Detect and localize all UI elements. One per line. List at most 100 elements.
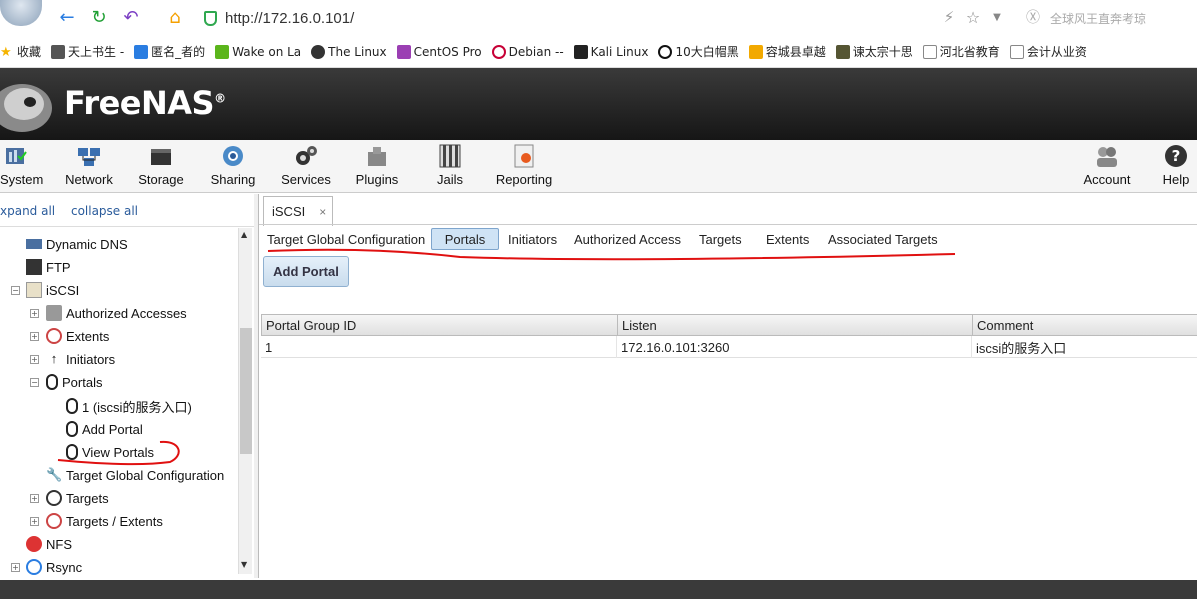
bookmark-item[interactable]: 天上书生 - xyxy=(51,43,124,60)
lock-icon xyxy=(46,305,62,321)
collapse-toggle[interactable]: − xyxy=(11,286,20,295)
toolbar-network[interactable]: Network xyxy=(60,144,118,190)
tree-node-targets-extents[interactable]: Targets / Extents xyxy=(46,510,163,532)
debian-icon xyxy=(491,44,506,59)
lightning-icon[interactable]: ⚡ xyxy=(938,6,960,28)
expand-all-link[interactable]: xpand all xyxy=(0,204,55,218)
subtab-authorized-access[interactable]: Authorized Access xyxy=(568,228,687,250)
bookmark-item[interactable]: 容城县卓越 xyxy=(748,43,826,60)
table-cell: iscsi的服务入口 xyxy=(976,340,1067,356)
tree-node-view-portals[interactable]: View Portals xyxy=(66,441,154,463)
tab-iscsi[interactable]: iSCSI × xyxy=(263,196,333,226)
back-icon[interactable]: ← xyxy=(56,6,78,28)
toolbar-storage[interactable]: Storage xyxy=(134,144,188,190)
portal-icon xyxy=(46,374,58,390)
portal-icon xyxy=(66,398,78,414)
tree-node-authorized-accesses[interactable]: Authorized Accesses xyxy=(46,302,187,324)
browser-address-bar: ← ↻ ↶ ⌂ http://172.16.0.101/ ⚡ ☆ ▼ Ⓧ 全球风… xyxy=(0,0,1197,36)
reporting-icon xyxy=(514,144,534,168)
home-icon[interactable]: ⌂ xyxy=(164,6,186,28)
expand-toggle[interactable]: + xyxy=(30,355,39,364)
toolbar-services[interactable]: Services xyxy=(278,144,334,190)
tree-node-dynamic-dns[interactable]: Dynamic DNS xyxy=(26,233,128,255)
toolbar-system[interactable]: System xyxy=(0,144,43,190)
toolbar-sharing[interactable]: Sharing xyxy=(206,144,260,190)
undo-icon[interactable]: ↶ xyxy=(120,6,142,28)
scroll-thumb[interactable] xyxy=(240,328,252,454)
chevron-down-icon[interactable]: ▼ xyxy=(986,6,1008,28)
toolbar-account[interactable]: Account xyxy=(1080,144,1134,190)
ftp-icon xyxy=(26,259,42,275)
toolbar-help[interactable]: ? Help xyxy=(1158,144,1194,190)
tree-node-portal-1[interactable]: 1 (iscsi的服务入口) xyxy=(66,395,192,417)
tree-node-ftp[interactable]: FTP xyxy=(26,256,71,278)
expand-toggle[interactable]: + xyxy=(11,563,20,572)
bookmark-item[interactable]: Kali Linux xyxy=(573,44,648,59)
jails-icon xyxy=(439,144,461,168)
close-icon[interactable]: × xyxy=(319,205,326,219)
subtab-portals[interactable]: Portals xyxy=(431,228,499,250)
column-header[interactable]: Listen xyxy=(618,315,973,336)
url-text[interactable]: http://172.16.0.101/ xyxy=(225,10,354,27)
tree-node-rsync[interactable]: Rsync xyxy=(26,556,82,576)
bookmark-item[interactable]: ★ 收藏 xyxy=(0,43,41,60)
extents-icon xyxy=(46,328,62,344)
toolbar-reporting[interactable]: Reporting xyxy=(494,144,554,190)
bookmark-icon xyxy=(134,44,149,59)
wrench-icon: 🔧 xyxy=(46,467,63,482)
expand-toggle[interactable]: + xyxy=(30,309,39,318)
column-header[interactable]: Portal Group ID xyxy=(262,315,618,336)
bookmark-item[interactable]: 会计从业资 xyxy=(1009,43,1087,60)
bookmark-item[interactable]: Debian -- xyxy=(491,44,564,59)
subtab-initiators[interactable]: Initiators xyxy=(502,228,563,250)
browser-avatar[interactable] xyxy=(0,0,42,26)
bookmark-item[interactable]: 匿名_者的 xyxy=(134,43,205,60)
scroll-up-icon[interactable]: ▲ xyxy=(241,230,247,239)
subtab-associated-targets[interactable]: Associated Targets xyxy=(822,228,944,250)
expand-toggle[interactable]: + xyxy=(30,332,39,341)
tree-node-targets[interactable]: Targets xyxy=(46,487,109,509)
bookmark-icon xyxy=(215,44,230,59)
table-cell: 1 xyxy=(261,336,617,358)
add-portal-button[interactable]: Add Portal xyxy=(263,256,349,287)
bookmark-item[interactable]: The Linux xyxy=(311,44,387,59)
tree-node-target-global-configuration[interactable]: 🔧 Target Global Configuration xyxy=(46,464,224,486)
grid-header: Portal Group ID Listen Comment xyxy=(261,314,1197,336)
table-row[interactable]: 1 172.16.0.101:3260 iscsi的服务入口 xyxy=(261,336,1197,358)
star-icon[interactable]: ☆ xyxy=(962,6,984,28)
subtab-targets[interactable]: Targets xyxy=(693,228,748,250)
url-field[interactable]: http://172.16.0.101/ xyxy=(196,5,1012,31)
bookmark-item[interactable]: Wake on La xyxy=(215,44,301,59)
tree-node-portals[interactable]: Portals xyxy=(46,371,102,393)
bookmark-item[interactable]: 10大白帽黑 xyxy=(658,43,739,60)
svg-text:?: ? xyxy=(1172,147,1181,165)
freenas-mascot-icon xyxy=(0,84,52,132)
page-icon xyxy=(922,44,937,59)
tree-node-add-portal[interactable]: Add Portal xyxy=(66,418,143,440)
tree-scrollbar[interactable]: ▲ ▼ xyxy=(238,228,252,574)
target-extent-icon xyxy=(46,513,62,529)
expand-toggle[interactable]: + xyxy=(30,494,39,503)
search-hint[interactable]: 全球风王直奔考琼 xyxy=(1050,10,1146,27)
tree-node-extents[interactable]: Extents xyxy=(46,325,109,347)
bookmark-item[interactable]: 河北省教育 xyxy=(922,43,1000,60)
column-header[interactable]: Comment xyxy=(973,315,1197,336)
subtab-extents[interactable]: Extents xyxy=(760,228,815,250)
tree-node-nfs[interactable]: NFS xyxy=(26,533,72,555)
tree-node-iscsi[interactable]: iSCSI xyxy=(26,279,79,301)
plugins-icon xyxy=(368,147,386,166)
tree-node-initiators[interactable]: ↑ Initiators xyxy=(46,348,115,370)
bookmark-icon xyxy=(658,44,673,59)
subtab-target-global-configuration[interactable]: Target Global Configuration xyxy=(261,228,431,250)
refresh-icon[interactable]: ↻ xyxy=(88,6,110,28)
bookmark-item[interactable]: 谏太宗十思 xyxy=(835,43,913,60)
toolbar-plugins[interactable]: Plugins xyxy=(352,144,402,190)
collapse-all-link[interactable]: collapse all xyxy=(71,204,138,218)
iscsi-icon xyxy=(26,282,42,298)
search-engine-icon[interactable]: Ⓧ xyxy=(1022,6,1044,28)
collapse-toggle[interactable]: − xyxy=(30,378,39,387)
scroll-down-icon[interactable]: ▼ xyxy=(241,560,247,569)
bookmark-item[interactable]: CentOS Pro xyxy=(396,44,482,59)
toolbar-jails[interactable]: Jails xyxy=(432,144,468,190)
expand-toggle[interactable]: + xyxy=(30,517,39,526)
